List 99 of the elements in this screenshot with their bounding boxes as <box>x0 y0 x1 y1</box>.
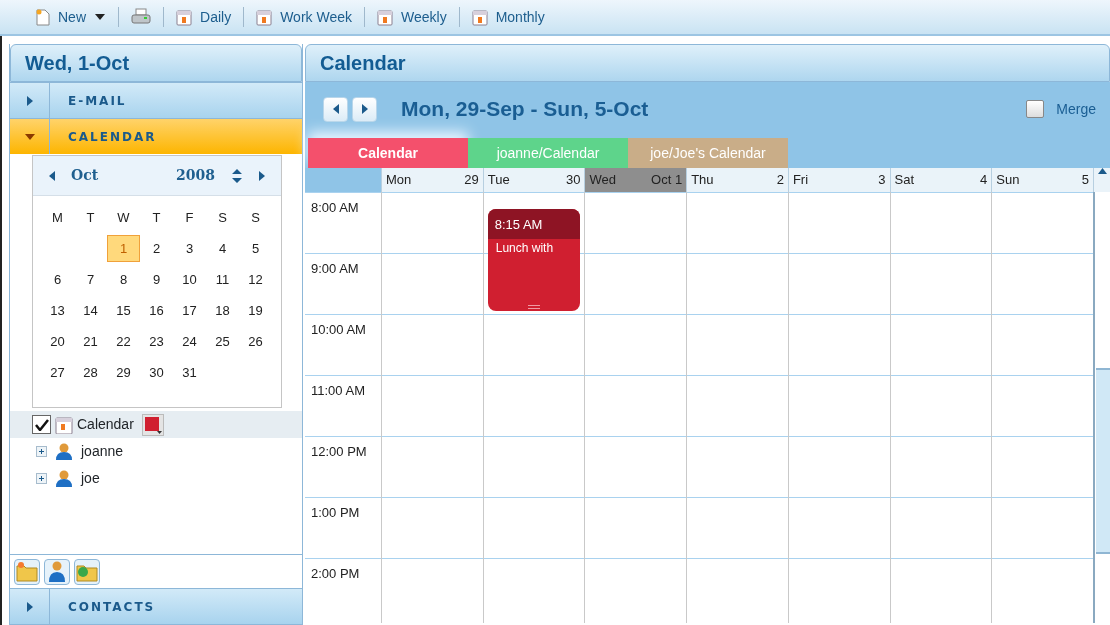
section-header[interactable]: CALENDAR <box>10 118 302 154</box>
weekday-label: S <box>250 208 261 227</box>
check-icon <box>34 418 49 431</box>
calendar-day[interactable]: 5 <box>239 235 272 262</box>
calendar-day[interactable]: 8 <box>107 266 140 293</box>
calendar-icon <box>377 8 393 26</box>
calendar-day[interactable]: 25 <box>206 328 239 355</box>
calendar-icon <box>471 8 488 26</box>
person-button[interactable] <box>44 558 70 585</box>
calendar-day[interactable]: 2 <box>140 235 173 262</box>
event-title: Lunch with <box>494 239 555 257</box>
time-label: 9:00 AM <box>311 261 359 276</box>
calendar-label[interactable]: Calendar <box>77 414 134 435</box>
calendar-day[interactable]: 16 <box>140 297 173 324</box>
view-button[interactable]: Weekly <box>365 0 459 34</box>
year-label: 2008 <box>176 166 215 185</box>
calendar-day[interactable]: 13 <box>41 297 74 324</box>
day-header[interactable]: Tue 30 <box>482 168 585 192</box>
calendar-day[interactable]: 31 <box>173 359 206 386</box>
calendar-day[interactable]: 20 <box>41 328 74 355</box>
new-folder-button[interactable] <box>14 558 40 585</box>
month-label: Oct <box>71 166 99 185</box>
weekday-label: M <box>51 208 64 227</box>
expand-icon[interactable] <box>36 473 47 484</box>
resize-handle-icon[interactable] <box>528 305 541 310</box>
day-header[interactable]: Thu 2 <box>686 168 788 192</box>
user-label[interactable]: joe <box>81 468 100 489</box>
event-card[interactable]: 8:15 AM Lunch with <box>487 209 581 312</box>
next-month-icon[interactable] <box>259 170 265 181</box>
calendar-day[interactable]: 28 <box>74 359 107 386</box>
date-range: Mon, 29-Sep - Sun, 5-Oct <box>401 96 649 123</box>
calendar-day[interactable]: 11 <box>206 266 239 293</box>
new-document-icon <box>36 8 50 26</box>
section-header[interactable]: E-MAIL <box>10 82 302 118</box>
time-label: 8:00 AM <box>311 200 359 215</box>
calendar-day[interactable]: 15 <box>107 297 140 324</box>
day-header[interactable]: Mon 29 <box>381 168 483 192</box>
calendar-day[interactable]: 18 <box>206 297 239 324</box>
calendar-day[interactable]: 7 <box>74 266 107 293</box>
view-button[interactable]: Work Week <box>244 0 364 34</box>
merge-label[interactable]: Merge <box>1056 98 1096 120</box>
printer-icon <box>131 8 151 26</box>
event-time: 8:15 AM <box>487 209 581 239</box>
right-arrow-icon <box>361 104 368 114</box>
time-label: 10:00 AM <box>311 322 366 337</box>
calendar-day[interactable]: 22 <box>107 328 140 355</box>
calendar-day[interactable]: 29 <box>107 359 140 386</box>
day-header[interactable]: Fri 3 <box>787 168 890 192</box>
day-header[interactable]: Sun 5 <box>991 168 1094 192</box>
calendar-day[interactable]: 26 <box>239 328 272 355</box>
panel-title: Calendar <box>305 44 1110 82</box>
previous-month-icon[interactable] <box>49 170 55 181</box>
view-button[interactable]: Monthly <box>459 0 557 34</box>
expand-icon[interactable] <box>36 446 47 457</box>
person-icon <box>55 469 73 488</box>
calendar-day[interactable]: 27 <box>41 359 74 386</box>
next-week-button[interactable] <box>352 96 377 122</box>
left-arrow-icon <box>332 104 339 114</box>
time-label: 11:00 AM <box>311 383 365 398</box>
calendar-day[interactable]: 9 <box>140 266 173 293</box>
calendar-day[interactable]: 10 <box>173 266 206 293</box>
day-header[interactable]: Sat 4 <box>889 168 992 192</box>
calendar-day[interactable]: 6 <box>41 266 74 293</box>
calendar-day[interactable]: 17 <box>173 297 206 324</box>
weekday-label: F <box>184 208 195 227</box>
calendar-day[interactable]: 4 <box>206 235 239 262</box>
previous-week-button[interactable] <box>323 96 348 122</box>
year-spinner-icon[interactable] <box>231 167 243 184</box>
color-picker[interactable] <box>141 413 164 436</box>
scroll-up-arrow-icon[interactable] <box>1097 168 1107 174</box>
weekday-label: T <box>85 208 96 227</box>
shared-folder-button[interactable] <box>74 558 100 585</box>
time-label: 1:00 PM <box>311 505 360 520</box>
checkbox[interactable] <box>32 415 51 434</box>
calendar-day[interactable]: 24 <box>173 328 206 355</box>
day-header[interactable]: Wed Oct 1 <box>584 168 687 192</box>
calendar-day[interactable]: 23 <box>140 328 173 355</box>
weekday-label: S <box>217 208 228 227</box>
weekday-label: W <box>116 208 131 227</box>
section-header[interactable]: CONTACTS <box>10 588 302 624</box>
calendar-day[interactable]: 3 <box>173 235 206 262</box>
calendar-day[interactable]: 21 <box>74 328 107 355</box>
user-label[interactable]: joanne <box>81 441 124 462</box>
view-button[interactable]: Daily <box>164 0 244 34</box>
calendar-icon <box>55 415 73 434</box>
time-label: 2:00 PM <box>311 566 360 581</box>
calendar-icon <box>256 8 273 26</box>
calendar-day[interactable]: 30 <box>140 359 173 386</box>
new-button[interactable]: New <box>24 0 118 34</box>
weekday-label: T <box>151 208 162 227</box>
person-icon <box>55 442 73 461</box>
scrollbar-thumb[interactable] <box>1096 368 1110 554</box>
merge-checkbox[interactable] <box>1026 100 1045 118</box>
calendar-day[interactable]: 14 <box>74 297 107 324</box>
time-label: 12:00 PM <box>311 444 367 459</box>
calendar-day[interactable]: 19 <box>239 297 272 324</box>
calendar-day[interactable]: 12 <box>239 266 272 293</box>
date-header: Wed, 1-Oct <box>10 44 302 82</box>
calendar-icon <box>176 8 192 26</box>
